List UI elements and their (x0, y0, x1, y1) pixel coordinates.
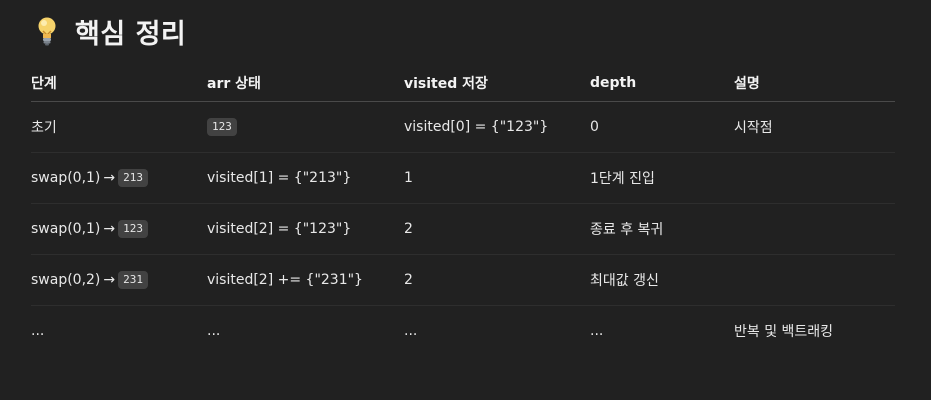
table-row: swap(0,2) → 231 visited[2] += {"231"} 2 최대… (31, 254, 895, 306)
cell-depth: 1단계 진입 (590, 152, 734, 204)
cell-step: swap(0,1) → 213 (31, 152, 207, 204)
swap-text: swap(0,1) (31, 221, 101, 237)
arrow-right-icon: → (103, 221, 116, 237)
cell-description (734, 254, 895, 306)
swap-text: swap(0,1) (31, 170, 101, 186)
swap-text: swap(0,2) (31, 272, 101, 288)
lightbulb-icon (38, 17, 56, 46)
inline-code: 213 (118, 169, 149, 187)
cell-arr-state: 123 (207, 101, 404, 153)
arrow-right-icon: → (103, 272, 116, 288)
table-row: ... ... ... ... 반복 및 백트래킹 (31, 306, 895, 357)
cell-step: 초기 (31, 101, 207, 153)
inline-code: 231 (118, 271, 149, 289)
header-step: 단계 (31, 64, 207, 102)
cell-description: 반복 및 백트래킹 (734, 324, 834, 340)
table-row: 초기 123 visited[0] = {"123"} 0 시작점 (31, 101, 895, 153)
section-heading: 핵심 정리 (36, 11, 186, 51)
cell-visited: visited[0] = {"123"} (404, 101, 590, 153)
summary-table: 단계 arr 상태 visited 저장 depth 설명 초기 123 vis… (31, 64, 895, 356)
table-row: swap(0,1) → 213 visited[1] = {"213"} 1 1단계… (31, 152, 895, 204)
header-depth: depth (590, 64, 734, 102)
cell-step: ... (31, 323, 45, 339)
cell-arr-state: ... (207, 323, 221, 339)
section-title: 핵심 정리 (75, 18, 187, 50)
cell-arr-state: visited[2] = {"123"} (207, 203, 404, 255)
table-row: swap(0,1) → 123 visited[2] = {"123"} 2 종료 … (31, 203, 895, 255)
cell-description (734, 203, 895, 255)
header-description: 설명 (734, 64, 895, 102)
cell-step: swap(0,2) → 231 (31, 254, 207, 306)
cell-depth: ... (590, 323, 604, 339)
cell-visited: 2 (404, 203, 590, 255)
cell-description (734, 152, 895, 204)
content-area: 핵심 정리 단계 arr 상태 visited 저장 depth 설명 초기 1… (0, 0, 931, 400)
cell-arr-state: visited[1] = {"213"} (207, 152, 404, 204)
cell-visited: 2 (404, 254, 590, 306)
cell-visited: 1 (404, 152, 590, 204)
header-visited: visited 저장 (404, 64, 590, 102)
header-arr-state: arr 상태 (207, 64, 404, 102)
table-header-row: 단계 arr 상태 visited 저장 depth 설명 (31, 64, 895, 102)
cell-step: swap(0,1) → 123 (31, 203, 207, 255)
cell-visited: ... (404, 323, 418, 339)
inline-code: 123 (118, 220, 149, 238)
cell-depth: 종료 후 복귀 (590, 203, 734, 255)
cell-depth: 최대값 갱신 (590, 254, 734, 306)
arrow-right-icon: → (103, 170, 116, 186)
cell-depth: 0 (590, 101, 734, 153)
inline-code: 123 (207, 118, 237, 136)
cell-arr-state: visited[2] += {"231"} (207, 254, 404, 306)
cell-description: 시작점 (734, 101, 895, 153)
